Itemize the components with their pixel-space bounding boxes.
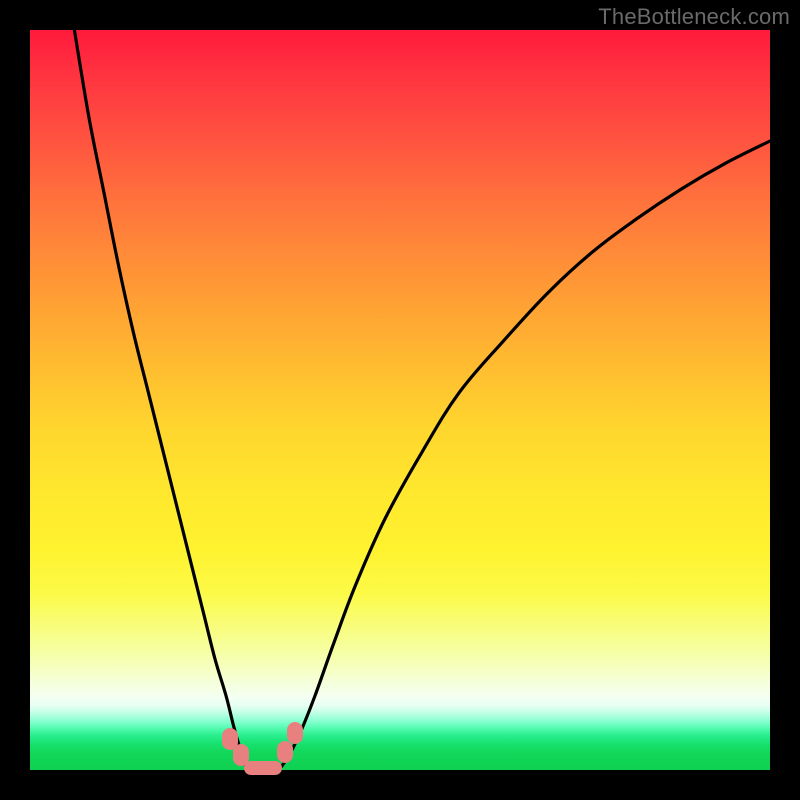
chart-frame: TheBottleneck.com bbox=[0, 0, 800, 800]
marker-left-blob-high bbox=[222, 728, 238, 750]
marker-layer bbox=[30, 30, 770, 770]
watermark-text: TheBottleneck.com bbox=[598, 4, 790, 30]
marker-right-blob-low bbox=[277, 741, 293, 763]
marker-flat-bottom bbox=[244, 761, 282, 775]
marker-right-blob-high bbox=[287, 722, 303, 744]
plot-area bbox=[30, 30, 770, 770]
